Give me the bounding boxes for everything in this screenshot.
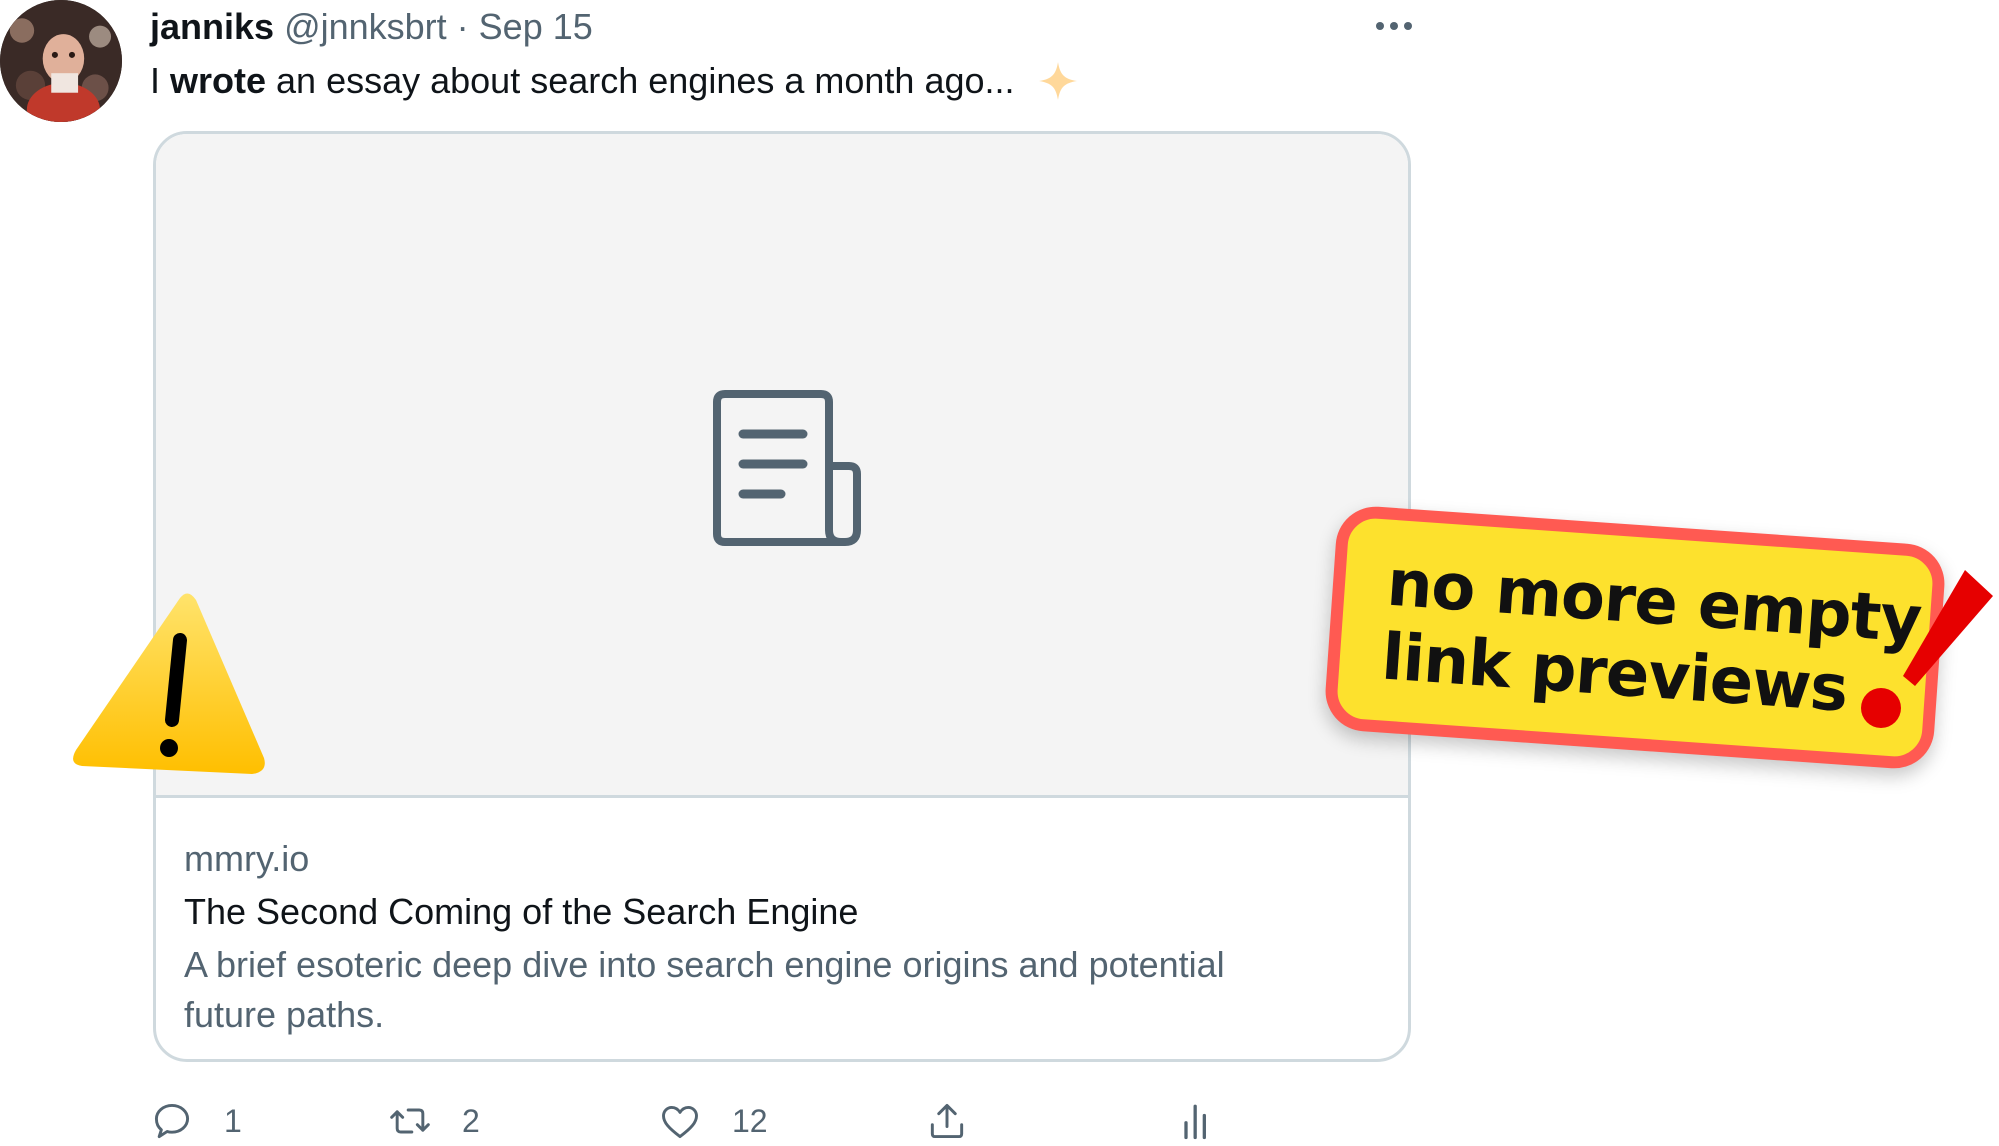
share-icon <box>930 1103 964 1139</box>
card-domain: mmry.io <box>184 838 310 879</box>
like-button[interactable]: 12 <box>658 1096 768 1146</box>
exclamation-icon <box>1861 570 1993 728</box>
reply-icon <box>154 1103 190 1139</box>
card-body: mmry.io The Second Coming of the Search … <box>184 834 1364 1040</box>
more-horizontal-icon <box>1376 22 1412 30</box>
retweet-count: 2 <box>462 1102 480 1139</box>
separator: · <box>456 6 469 47</box>
card-description: A brief esoteric deep dive into search e… <box>184 944 1225 1035</box>
author-handle[interactable]: @jnnksbrt <box>284 6 447 48</box>
author-name[interactable]: janniks <box>150 6 274 48</box>
analytics-icon <box>1184 1104 1206 1140</box>
card-title: The Second Coming of the Search Engine <box>184 891 859 932</box>
link-preview-card[interactable]: mmry.io The Second Coming of the Search … <box>153 131 1411 1062</box>
retweet-icon <box>390 1108 430 1134</box>
tweet-actions: 1 2 12 <box>150 1096 1350 1146</box>
more-button[interactable] <box>1372 8 1416 44</box>
analytics-button[interactable] <box>1175 1096 1219 1146</box>
tweet-text-bold: wrote <box>170 60 267 101</box>
tweet: janniks @jnnksbrt · Sep 15 I wrote an es… <box>0 0 1999 1146</box>
retweet-button[interactable]: 2 <box>388 1096 480 1146</box>
avatar[interactable] <box>0 0 122 122</box>
tweet-text: I wrote an essay about search engines a … <box>150 56 1079 106</box>
tweet-text-rest: an essay about search engines a month ag… <box>276 60 1015 101</box>
sparkle-icon <box>1037 60 1079 102</box>
share-button[interactable] <box>925 1096 969 1146</box>
avatar-image <box>0 0 122 122</box>
tweet-header: janniks @jnnksbrt · Sep 15 <box>150 4 593 50</box>
document-icon <box>713 390 861 546</box>
tweet-text-start: I <box>150 60 161 101</box>
tweet-date[interactable]: Sep 15 <box>479 6 593 48</box>
like-count: 12 <box>732 1102 768 1139</box>
reply-count: 1 <box>224 1102 242 1139</box>
reply-button[interactable]: 1 <box>150 1096 242 1146</box>
warning-icon <box>73 593 265 774</box>
card-media-placeholder <box>156 134 1408 798</box>
heart-icon <box>662 1105 698 1139</box>
